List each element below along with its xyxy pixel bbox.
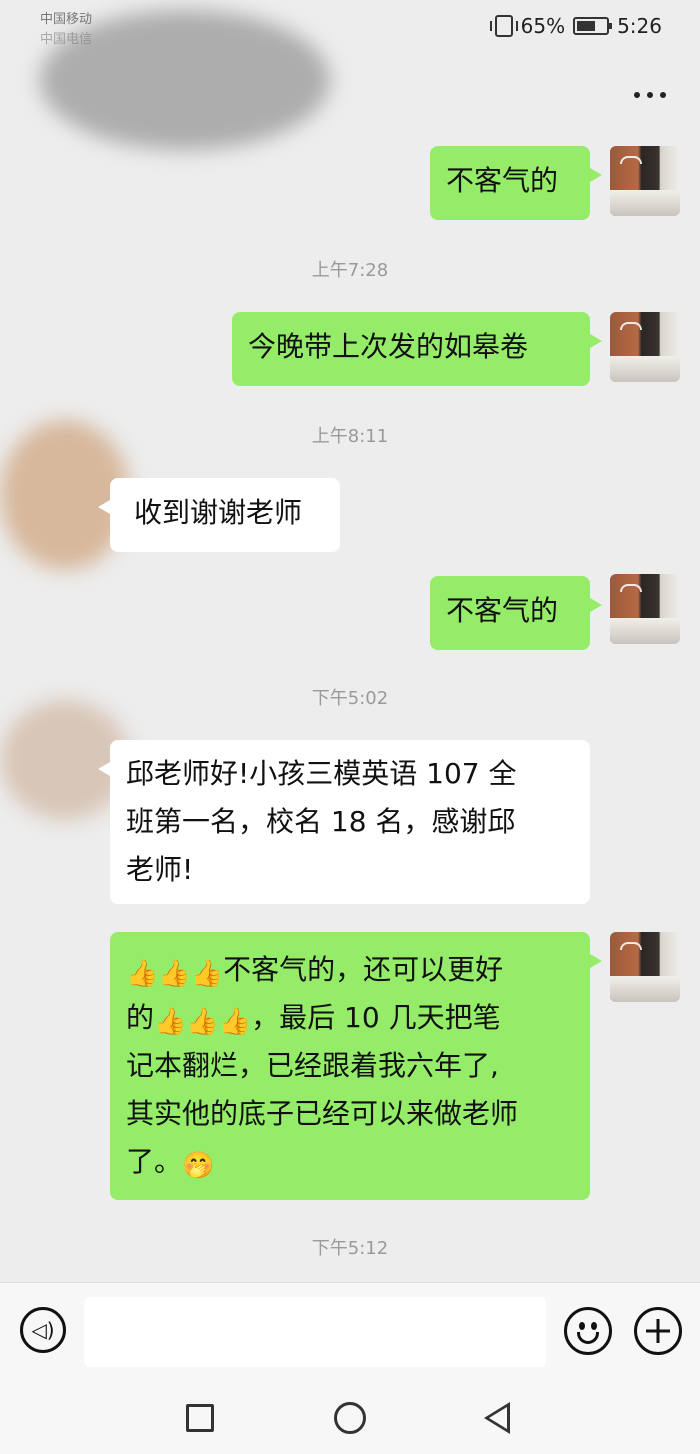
message-text: 了。 — [126, 1145, 183, 1178]
back-button[interactable] — [484, 1402, 510, 1434]
more-functions-button[interactable] — [634, 1307, 682, 1355]
message-text: 今晚带上次发的如皋卷 — [248, 330, 529, 363]
message-line: 班第一名，校名 18 名，感谢邱 — [126, 805, 516, 838]
smiley-icon — [579, 1322, 585, 1330]
thumbs-up-icon: 👍 — [186, 1007, 219, 1037]
system-nav-bar — [0, 1380, 700, 1454]
message-timestamp: 下午5:02 — [311, 688, 389, 709]
message-text: 收到谢谢老师 — [134, 496, 303, 529]
status-right: 65% 5:26 — [489, 14, 662, 38]
message-bubble-received[interactable]: 邱老师好!小孩三模英语 107 全 班第一名，校名 18 名，感谢邱 老师! — [98, 740, 590, 904]
input-bar: ◁) — [0, 1282, 700, 1380]
message-line: 的👍👍👍，最后 10 几天把笔 — [126, 994, 574, 1042]
redaction-smudge — [40, 10, 330, 150]
message-text: 的 — [126, 1001, 155, 1034]
message-bubble-received[interactable]: 收到谢谢老师 — [98, 478, 340, 552]
voice-button[interactable]: ◁) — [20, 1307, 66, 1353]
emoji-button[interactable] — [564, 1307, 612, 1355]
recent-apps-button[interactable] — [186, 1404, 214, 1432]
more-button[interactable] — [630, 80, 670, 110]
message-text: 不客气的，还可以更好 — [223, 953, 504, 986]
vibrate-icon — [489, 15, 518, 37]
my-avatar[interactable] — [610, 932, 680, 1002]
carrier-primary: 中国移动 — [40, 12, 93, 27]
message-line: 老师! — [126, 853, 194, 886]
face-with-hand-over-mouth-icon: 🤭 — [182, 1151, 215, 1181]
battery-icon — [573, 17, 613, 35]
my-avatar[interactable] — [610, 312, 680, 382]
message-timestamp: 上午8:11 — [311, 426, 389, 447]
message-line: 👍👍👍不客气的，还可以更好 — [126, 946, 574, 994]
thumbs-up-icon: 👍 — [126, 959, 159, 989]
message-line: 记本翻烂，已经跟着我六年了, — [126, 1049, 499, 1082]
thumbs-up-icon: 👍 — [190, 959, 224, 989]
message-bubble-sent[interactable]: 👍👍👍不客气的，还可以更好 的👍👍👍，最后 10 几天把笔 记本翻烂，已经跟着我… — [110, 932, 602, 1200]
message-text: 不客气的 — [446, 594, 559, 627]
message-line: 其实他的底子已经可以来做老师 — [126, 1097, 519, 1130]
thumbs-up-icon: 👍 — [218, 1007, 252, 1037]
message-line: 邱老师好!小孩三模英语 107 全 — [126, 757, 517, 790]
message-bubble-sent[interactable]: 不客气的 — [430, 576, 602, 650]
clock: 5:26 — [617, 14, 662, 38]
message-text: 不客气的 — [446, 164, 559, 197]
voice-icon: ◁) — [31, 1318, 55, 1342]
message-text: ，最后 10 几天把笔 — [251, 1001, 501, 1034]
my-avatar[interactable] — [610, 146, 680, 216]
battery-percent: 65% — [520, 14, 566, 38]
message-timestamp: 上午7:28 — [311, 260, 389, 281]
home-button[interactable] — [334, 1402, 366, 1434]
message-bubble-sent[interactable]: 今晚带上次发的如皋卷 — [232, 312, 602, 386]
chat-screen: 中国移动 中国电信 65% 5:26 不客气的 上午7:28 今晚带上次发的如皋… — [0, 0, 700, 1454]
more-dots-icon — [634, 92, 640, 98]
message-bubble-sent[interactable]: 不客气的 — [430, 146, 602, 220]
thumbs-up-icon: 👍 — [154, 1007, 187, 1037]
my-avatar[interactable] — [610, 574, 680, 644]
thumbs-up-icon: 👍 — [158, 959, 191, 989]
message-line: 了。🤭 — [126, 1138, 574, 1186]
message-input[interactable] — [84, 1297, 546, 1367]
message-timestamp: 下午5:12 — [311, 1238, 389, 1259]
